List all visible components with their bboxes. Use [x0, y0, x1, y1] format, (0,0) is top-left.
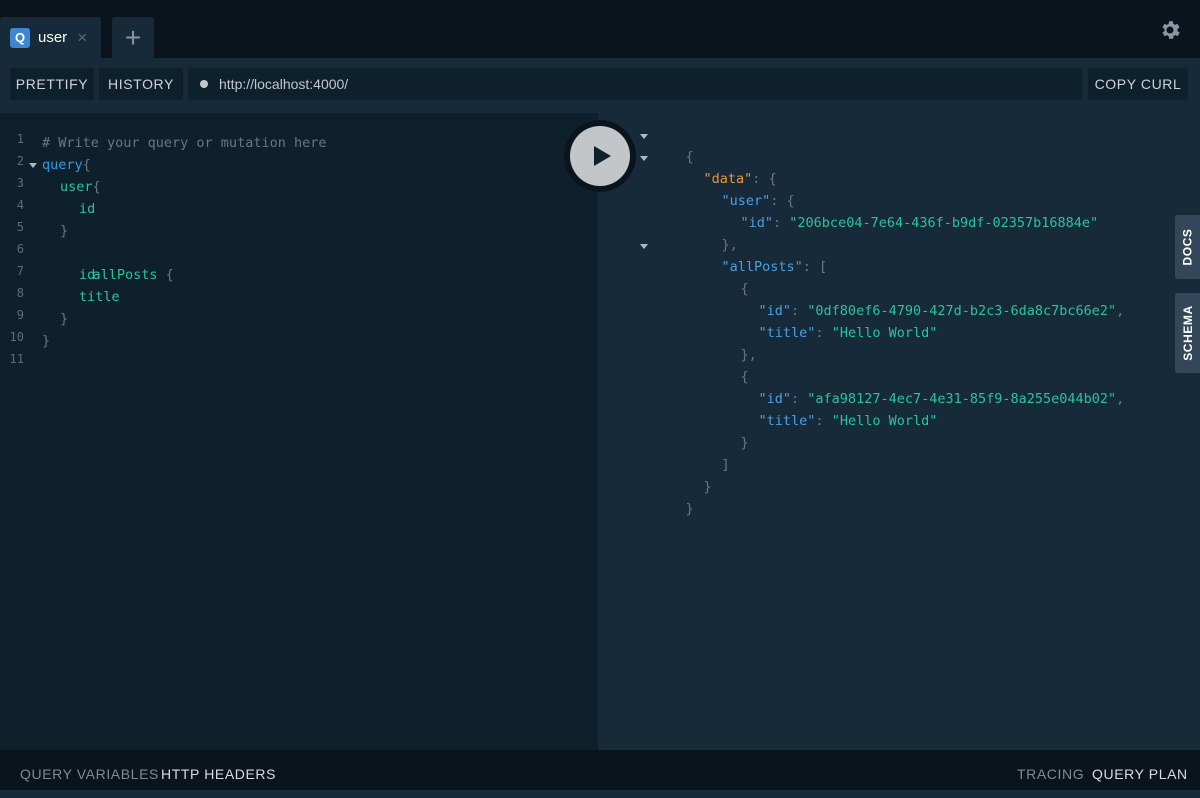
query-variables-tab[interactable]: QUERY VARIABLES: [20, 750, 159, 798]
connection-status-icon: [200, 80, 208, 88]
gear-icon[interactable]: [1158, 18, 1182, 42]
results-panel: { "data": { "user": { "id": "206bce04-7e…: [598, 113, 1200, 750]
json-string: "Hello World": [831, 325, 938, 341]
code-keyword: query: [42, 157, 83, 173]
code-comment: # Write your query or mutation here: [42, 135, 327, 151]
docs-tab-label: DOCS: [1180, 228, 1195, 266]
line-number: 1: [16, 132, 24, 146]
fold-arrow-icon[interactable]: [29, 163, 37, 168]
code-line: id: [79, 198, 95, 220]
json-punct: }: [740, 435, 749, 451]
json-line: "title": "Hello World": [726, 388, 938, 454]
code-field: id: [79, 267, 96, 283]
add-tab-icon[interactable]: +: [112, 17, 154, 58]
code-punct: {: [82, 157, 91, 173]
code-line: query{: [42, 154, 91, 176]
query-plan-tab[interactable]: QUERY PLAN: [1092, 750, 1188, 798]
json-punct: :: [815, 413, 832, 429]
line-number: 3: [16, 176, 24, 190]
json-punct: ,: [1116, 391, 1125, 407]
line-number: 11: [9, 352, 24, 366]
json-punct: :: [815, 325, 832, 341]
json-key: "id": [740, 215, 774, 231]
code-line: }: [60, 220, 68, 242]
json-punct: ,: [1116, 303, 1125, 319]
code-line: }: [42, 330, 50, 352]
code-line: user{: [60, 176, 101, 198]
json-punct: :: [773, 215, 790, 231]
line-number: 5: [16, 220, 24, 234]
execute-query-button[interactable]: [564, 120, 636, 192]
line-number: 6: [16, 242, 24, 256]
schema-tab[interactable]: SCHEMA: [1175, 293, 1200, 373]
prettify-button[interactable]: PRETTIFY: [10, 68, 94, 100]
tracing-tab[interactable]: TRACING: [1017, 750, 1084, 798]
tab-user[interactable]: Q user ×: [0, 17, 101, 58]
http-headers-tab[interactable]: HTTP HEADERS: [161, 750, 276, 798]
code-punct: }: [42, 333, 51, 349]
code-field: allPosts: [92, 267, 158, 283]
json-punct: }: [685, 501, 694, 517]
json-punct: : [: [802, 259, 828, 275]
code-line: id: [79, 264, 95, 286]
line-number: 9: [16, 308, 24, 322]
fold-arrow-icon[interactable]: [640, 156, 648, 161]
code-line: # Write your query or mutation here: [42, 132, 326, 154]
json-key: "title": [758, 413, 816, 429]
endpoint-url-text: http://localhost:4000/: [219, 76, 349, 92]
query-editor[interactable]: 1 2 3 4 5 6 7 8 9 10 11 # Write your que…: [0, 113, 598, 750]
json-string: "206bce04-7e64-436f-b9df-02357b16884e": [789, 215, 1099, 231]
line-number: 8: [16, 286, 24, 300]
json-line: "title": "Hello World": [726, 300, 938, 366]
tab-label: user: [38, 29, 68, 46]
toolbar: PRETTIFY HISTORY http://localhost:4000/ …: [0, 58, 1200, 113]
code-punct: {: [92, 179, 101, 195]
json-punct: ]: [721, 457, 730, 473]
endpoint-url-field[interactable]: http://localhost:4000/: [188, 68, 1082, 100]
schema-tab-label: SCHEMA: [1180, 305, 1195, 361]
json-line: }: [653, 476, 694, 542]
copy-curl-button[interactable]: COPY CURL: [1088, 68, 1188, 100]
json-punct: }: [703, 479, 712, 495]
code-field: user: [60, 179, 93, 195]
code-field: title: [79, 289, 120, 305]
json-string: "Hello World": [831, 413, 938, 429]
tab-bar: Q user × +: [0, 0, 1200, 58]
code-line: title: [79, 286, 120, 308]
line-number: 10: [9, 330, 24, 344]
fold-arrow-icon[interactable]: [640, 244, 648, 249]
docs-tab[interactable]: DOCS: [1175, 215, 1200, 279]
query-badge-icon: Q: [10, 27, 30, 48]
history-button[interactable]: HISTORY: [99, 68, 183, 100]
code-punct: }: [60, 311, 69, 327]
close-icon[interactable]: ×: [77, 29, 87, 46]
line-number: 4: [16, 198, 24, 212]
line-number: 7: [16, 264, 24, 278]
code-punct: {: [157, 267, 174, 283]
code-field: id: [79, 201, 96, 217]
execute-button-face[interactable]: [570, 126, 630, 186]
fold-arrow-icon[interactable]: [640, 134, 648, 139]
json-key: "title": [758, 325, 816, 341]
line-number: 2: [16, 154, 24, 168]
code-line: }: [60, 308, 68, 330]
play-icon: [594, 146, 611, 166]
code-punct: }: [60, 223, 69, 239]
bottom-bar: QUERY VARIABLES HTTP HEADERS TRACING QUE…: [0, 750, 1200, 790]
